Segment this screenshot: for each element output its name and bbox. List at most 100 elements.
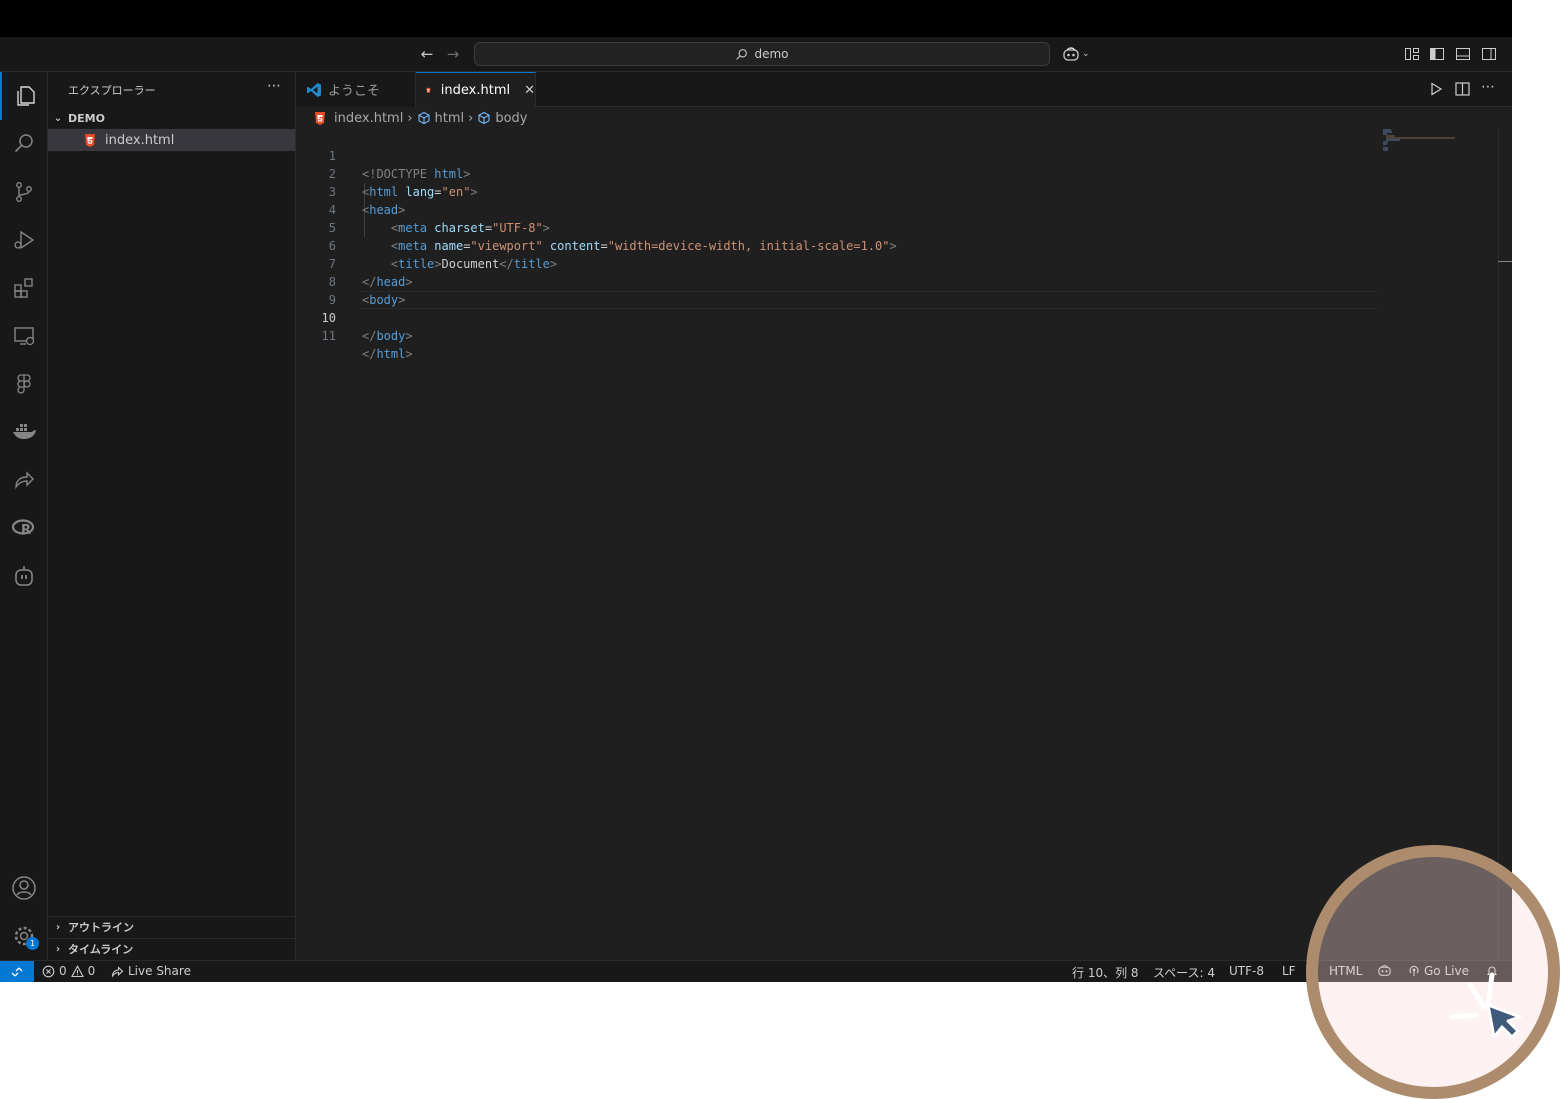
chevron-down-icon: ⌄	[1082, 49, 1090, 59]
split-editor-icon[interactable]	[1455, 82, 1470, 96]
more-actions-icon[interactable]: ⋯	[267, 78, 281, 94]
more-actions-icon[interactable]: ⋯	[1481, 79, 1495, 95]
timeline-section[interactable]: › タイムライン	[48, 938, 295, 960]
tab-label: index.html	[440, 82, 511, 98]
chevron-right-icon: ›	[55, 943, 61, 955]
html5-file-icon	[85, 133, 95, 147]
settings-badge: 1	[26, 937, 39, 950]
editor-tabs: ようこそ index.html ✕ ⋯	[296, 72, 1512, 107]
account-icon	[12, 876, 36, 900]
accounts-activity[interactable]	[0, 864, 48, 912]
search-activity[interactable]	[0, 120, 48, 168]
run-debug-activity[interactable]	[0, 216, 48, 264]
toggle-primary-sidebar-icon[interactable]	[1429, 46, 1445, 62]
live-share-status[interactable]: Live Share	[111, 964, 191, 978]
encoding[interactable]: UTF-8	[1229, 964, 1264, 978]
remote-explorer-activity[interactable]	[0, 312, 48, 360]
tab-index-html[interactable]: index.html ✕	[416, 72, 536, 107]
folder-name: DEMO	[68, 111, 105, 125]
search-icon	[14, 134, 33, 153]
vscode-icon	[307, 82, 321, 97]
source-control-activity[interactable]	[0, 168, 48, 216]
live-share-activity[interactable]	[0, 456, 48, 504]
code-line: 7 </head>	[328, 257, 413, 289]
status-bar: 0 0 Live Share 行 10、列 8 スペース: 4 UTF-8 LF…	[0, 960, 1512, 982]
outline-label: アウトライン	[68, 921, 134, 934]
chevron-right-icon: ›	[55, 921, 61, 933]
remote-explorer-icon	[14, 327, 35, 346]
forward-arrow-icon[interactable]: →	[444, 45, 462, 63]
html5-file-icon	[426, 87, 431, 93]
run-debug-icon	[14, 230, 35, 250]
minimap[interactable]	[1382, 129, 1462, 153]
docker-activity[interactable]	[0, 408, 48, 456]
breadcrumb-body[interactable]: body	[495, 111, 527, 126]
breadcrumb-html[interactable]: html	[435, 111, 465, 126]
explorer-activity[interactable]	[0, 72, 48, 120]
live-share-label: Live Share	[128, 964, 191, 978]
code-line: 6 <title>Document</title>	[328, 239, 558, 271]
code-line: 2 <html lang="en">	[328, 167, 478, 199]
vertical-scrollbar[interactable]	[1498, 129, 1499, 960]
source-control-icon	[15, 182, 32, 203]
search-icon	[736, 48, 748, 60]
breadcrumb: index.html › html › body	[296, 107, 1512, 129]
problems-indicator[interactable]: 0 0	[42, 964, 95, 978]
warning-count: 0	[87, 964, 96, 978]
click-highlight-overlay	[1306, 845, 1560, 1099]
timeline-label: タイムライン	[68, 943, 134, 956]
run-icon[interactable]	[1429, 82, 1443, 96]
activity-bar: R	[0, 72, 48, 960]
toggle-secondary-sidebar-icon[interactable]	[1481, 46, 1497, 62]
chevron-down-icon: ⌄	[53, 112, 63, 124]
symbol-element-icon	[478, 111, 490, 125]
command-center-search[interactable]: demo	[474, 42, 1050, 66]
code-line: 3 <head>	[328, 185, 406, 217]
r-activity[interactable]: R	[0, 504, 48, 552]
outline-section[interactable]: › アウトライン	[48, 916, 295, 938]
title-bar: ← → demo ⌄	[0, 37, 1512, 72]
code-line: 11 </html>	[321, 329, 413, 361]
copilot-activity[interactable]	[0, 552, 48, 600]
toggle-panel-icon[interactable]	[1455, 46, 1471, 62]
copilot-menu[interactable]: ⌄	[1062, 46, 1090, 62]
file-name: index.html	[105, 132, 175, 148]
folder-section-demo[interactable]: ⌄ DEMO	[48, 107, 295, 129]
explorer-sidebar: エクスプローラー ⋯ ⌄ DEMO index.html › アウトライン › …	[48, 72, 296, 960]
extensions-icon	[14, 278, 33, 298]
warning-icon	[70, 964, 84, 977]
tab-welcome[interactable]: ようこそ	[296, 72, 416, 107]
vscode-window: ← → demo ⌄ R 1 エクスプローラー ⋯ ⌄ DEMO index.h…	[0, 0, 1512, 982]
code-line: 9	[328, 293, 336, 307]
files-icon	[17, 86, 35, 106]
error-count: 0	[59, 964, 67, 978]
code-editor[interactable]: 1 <!DOCTYPE html> 2 <html lang="en"> 3 <…	[296, 129, 1512, 960]
command-center-text: demo	[754, 47, 789, 61]
remote-indicator[interactable]	[0, 961, 34, 982]
chevron-right-icon: ›	[407, 110, 413, 126]
svg-text:R: R	[21, 523, 31, 538]
copilot-icon	[1063, 47, 1079, 61]
customize-layout-icon[interactable]	[1404, 46, 1420, 62]
extensions-activity[interactable]	[0, 264, 48, 312]
back-arrow-icon[interactable]: ←	[418, 45, 436, 63]
error-icon	[42, 965, 55, 977]
remote-icon	[11, 967, 23, 976]
r-language-icon: R	[11, 519, 35, 538]
code-line: 1 <!DOCTYPE html>	[328, 149, 471, 181]
file-item-index-html[interactable]: index.html	[48, 129, 295, 151]
code-line-current: 10 </body>	[321, 311, 413, 343]
breadcrumb-file[interactable]: index.html	[334, 111, 403, 126]
live-share-icon	[111, 965, 124, 978]
indentation[interactable]: スペース: 4	[1153, 964, 1215, 981]
scroll-position-indicator	[1498, 261, 1512, 262]
sidebar-title: エクスプローラー	[68, 84, 156, 97]
chevron-right-icon: ›	[468, 110, 474, 126]
live-share-icon	[15, 471, 34, 490]
manage-activity[interactable]	[0, 912, 48, 960]
code-line: 4 <meta charset="UTF-8">	[328, 203, 550, 235]
close-icon[interactable]: ✕	[524, 83, 535, 98]
cursor-position[interactable]: 行 10、列 8	[1072, 964, 1139, 981]
end-of-line[interactable]: LF	[1282, 964, 1296, 978]
figma-activity[interactable]	[0, 360, 48, 408]
